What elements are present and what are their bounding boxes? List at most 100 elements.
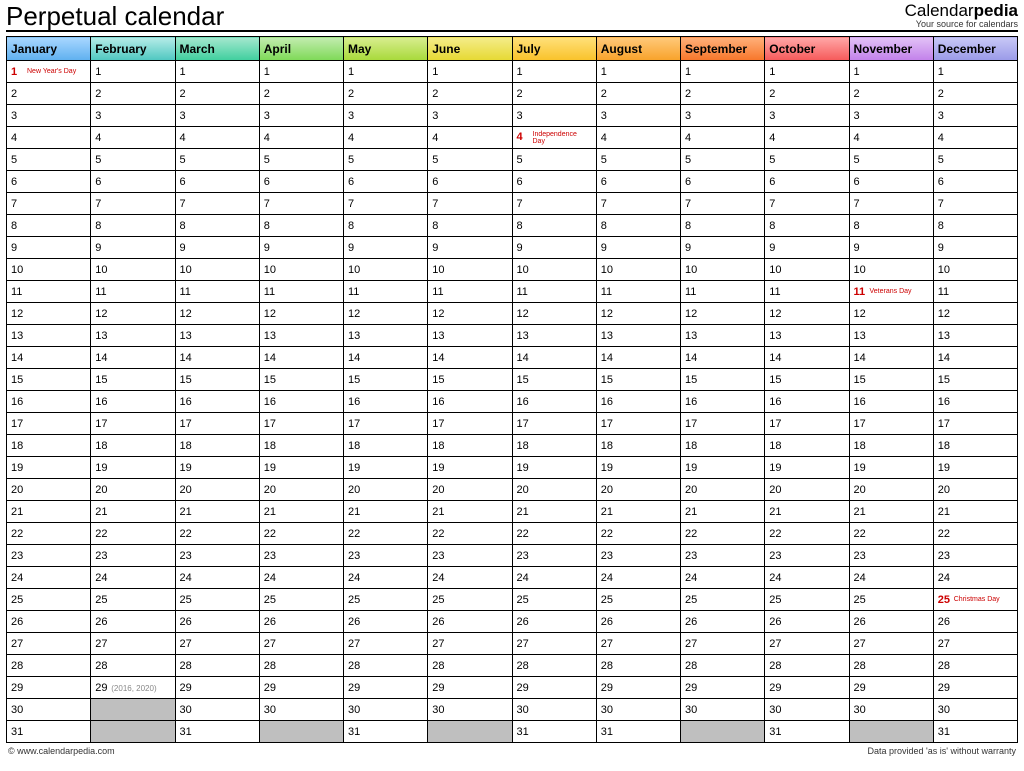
day-number: 29 [11, 682, 25, 694]
day-cell: 4 [7, 127, 91, 149]
calendar-head: JanuaryFebruaryMarchAprilMayJuneJulyAugu… [7, 37, 1018, 61]
day-cell: 20 [7, 479, 91, 501]
day-number: 26 [95, 616, 109, 628]
day-number: 9 [854, 242, 868, 254]
day-cell: 31 [512, 721, 596, 743]
day-number: 12 [601, 308, 615, 320]
day-number: 4 [95, 132, 109, 144]
day-number: 31 [938, 726, 952, 738]
day-number: 9 [264, 242, 278, 254]
day-cell: 2 [259, 83, 343, 105]
day-cell: 5 [428, 149, 512, 171]
day-number: 26 [264, 616, 278, 628]
day-cell: 3 [91, 105, 175, 127]
day-cell: 17 [7, 413, 91, 435]
day-cell: 14 [849, 347, 933, 369]
day-cell: 10 [344, 259, 428, 281]
day-number: 9 [432, 242, 446, 254]
day-number: 31 [769, 726, 783, 738]
day-number: 22 [264, 528, 278, 540]
day-cell: 6 [175, 171, 259, 193]
day-number: 1 [601, 66, 615, 78]
day-row: 151515151515151515151515 [7, 369, 1018, 391]
day-number: 22 [180, 528, 194, 540]
day-cell: 8 [512, 215, 596, 237]
day-number: 30 [854, 704, 868, 716]
day-cell: 19 [7, 457, 91, 479]
day-cell: 19 [933, 457, 1017, 479]
day-cell: 3 [175, 105, 259, 127]
day-cell: 24 [175, 567, 259, 589]
day-cell: 17 [428, 413, 512, 435]
day-cell: 26 [428, 611, 512, 633]
day-cell: 18 [175, 435, 259, 457]
day-cell: 7 [933, 193, 1017, 215]
day-cell: 25 [512, 589, 596, 611]
day-number: 17 [517, 418, 531, 430]
day-number: 11 [180, 286, 194, 298]
day-cell [259, 721, 343, 743]
day-number: 18 [769, 440, 783, 452]
day-cell: 18 [91, 435, 175, 457]
holiday-label: Veterans Day [870, 288, 912, 295]
day-cell: 8 [596, 215, 680, 237]
day-number: 11 [938, 286, 952, 298]
day-cell: 24 [596, 567, 680, 589]
day-number: 23 [264, 550, 278, 562]
day-number: 14 [11, 352, 25, 364]
day-number: 3 [264, 110, 278, 122]
day-number: 5 [517, 154, 531, 166]
day-cell: 6 [91, 171, 175, 193]
day-number: 29 [95, 682, 109, 694]
day-cell: 12 [428, 303, 512, 325]
day-cell: 18 [512, 435, 596, 457]
day-cell: 18 [596, 435, 680, 457]
day-cell: 23 [596, 545, 680, 567]
day-number: 23 [517, 550, 531, 562]
day-cell: 29 [512, 677, 596, 699]
day-cell: 1New Year's Day [7, 61, 91, 83]
day-number: 17 [432, 418, 446, 430]
month-header: April [259, 37, 343, 61]
day-number: 10 [769, 264, 783, 276]
day-number: 15 [11, 374, 25, 386]
day-number: 29 [348, 682, 362, 694]
day-number: 29 [938, 682, 952, 694]
day-cell: 9 [344, 237, 428, 259]
day-number: 15 [264, 374, 278, 386]
day-cell: 3 [765, 105, 849, 127]
day-number: 26 [854, 616, 868, 628]
day-number: 20 [601, 484, 615, 496]
day-cell: 15 [91, 369, 175, 391]
day-number: 21 [517, 506, 531, 518]
day-number: 9 [11, 242, 25, 254]
day-number: 18 [180, 440, 194, 452]
day-number: 26 [769, 616, 783, 628]
day-cell: 11 [933, 281, 1017, 303]
day-cell: 27 [596, 633, 680, 655]
day-number: 20 [180, 484, 194, 496]
day-row: 262626262626262626262626 [7, 611, 1018, 633]
day-cell: 11 [765, 281, 849, 303]
day-cell: 23 [681, 545, 765, 567]
day-number: 19 [348, 462, 362, 474]
day-row: 202020202020202020202020 [7, 479, 1018, 501]
day-number: 14 [264, 352, 278, 364]
day-cell: 18 [681, 435, 765, 457]
day-number: 23 [95, 550, 109, 562]
day-cell: 16 [259, 391, 343, 413]
day-number: 23 [685, 550, 699, 562]
day-number: 19 [517, 462, 531, 474]
day-number: 21 [95, 506, 109, 518]
header: Perpetual calendar Calendarpedia Your so… [6, 2, 1018, 32]
footer: © www.calendarpedia.com Data provided 'a… [6, 746, 1018, 756]
day-number: 15 [854, 374, 868, 386]
day-number: 13 [854, 330, 868, 342]
day-cell: 12 [596, 303, 680, 325]
day-number: 22 [432, 528, 446, 540]
day-cell: 14 [596, 347, 680, 369]
day-number: 16 [685, 396, 699, 408]
day-number: 25 [11, 594, 25, 606]
day-number: 27 [769, 638, 783, 650]
day-cell: 16 [7, 391, 91, 413]
